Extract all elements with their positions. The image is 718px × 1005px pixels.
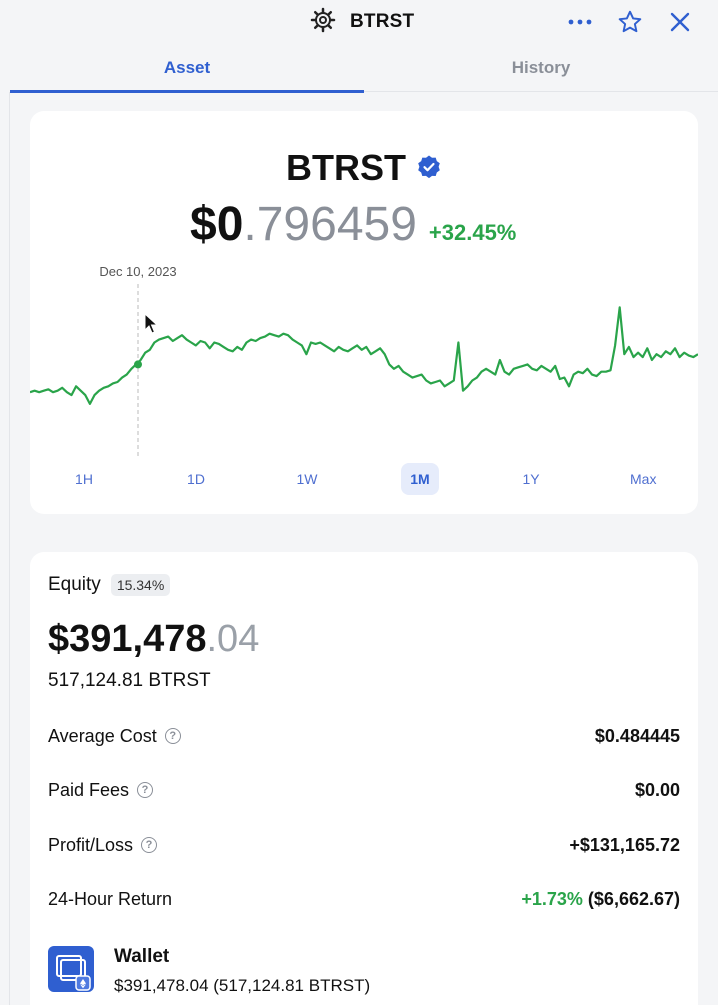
price-row: $0.796459 +32.45% <box>190 197 516 252</box>
current-price: $0.796459 <box>190 198 417 251</box>
gear-logo-icon <box>310 7 336 38</box>
price-change: +32.45% <box>428 220 517 245</box>
wallet-icon <box>48 946 94 992</box>
asset-name: BTRST <box>286 147 406 188</box>
tab-bar: Asset History <box>10 44 718 93</box>
help-icon[interactable]: ? <box>141 837 158 853</box>
range-1d[interactable]: 1D <box>177 463 215 495</box>
price-line <box>30 306 698 405</box>
equity-card: Equity 15.34% $391,478.04 517,124.81 BTR… <box>30 552 698 1005</box>
wallet-title: Wallet <box>114 946 170 967</box>
hover-point <box>134 360 142 369</box>
price-chart[interactable]: Dec 10, 2023 <box>30 256 698 456</box>
asset-heading: BTRST <box>30 147 698 189</box>
close-icon[interactable] <box>666 8 694 36</box>
left-divider <box>9 92 10 1005</box>
star-icon[interactable] <box>616 8 644 36</box>
tab-history[interactable]: History <box>364 44 718 92</box>
stat-paid-fees: Paid Fees? $0.00 <box>48 779 680 800</box>
help-icon[interactable]: ? <box>164 728 181 744</box>
more-icon[interactable] <box>566 8 594 36</box>
help-icon[interactable]: ? <box>137 782 154 798</box>
equity-value: $391,478.04 <box>48 618 260 660</box>
verified-badge-icon <box>416 147 442 189</box>
hover-date-label: Dec 10, 2023 <box>99 264 176 279</box>
range-max[interactable]: Max <box>622 463 664 495</box>
tab-asset[interactable]: Asset <box>10 44 364 93</box>
wallet-value: $391,478.04 (517,124.81 BTRST) <box>114 976 371 995</box>
equity-label: Equity <box>48 574 101 595</box>
range-1w[interactable]: 1W <box>288 463 326 495</box>
range-1h[interactable]: 1H <box>65 463 103 495</box>
cursor-icon <box>144 312 159 334</box>
time-range-selector: 1H 1D 1W 1M 1Y Max <box>30 463 698 495</box>
equity-percent-badge: 15.34% <box>110 574 171 596</box>
stat-average-cost: Average Cost? $0.484445 <box>48 725 680 746</box>
range-1m[interactable]: 1M <box>401 463 439 495</box>
top-bar: BTRST <box>0 0 718 44</box>
wallet-row[interactable]: Wallet $391,478.04 (517,124.81 BTRST) <box>48 946 370 996</box>
range-1y[interactable]: 1Y <box>512 463 550 495</box>
header-title: BTRST <box>350 11 415 32</box>
equity-header: Equity 15.34% <box>48 574 171 596</box>
equity-quantity: 517,124.81 BTRST <box>48 670 211 691</box>
stat-24h-return: 24-Hour Return +1.73% ($6,662.67) <box>48 888 680 909</box>
header-actions <box>566 8 694 36</box>
header-title-group: BTRST <box>310 7 415 38</box>
stat-profit-loss: Profit/Loss? +$131,165.72 <box>48 834 680 855</box>
price-chart-card: BTRST $0.796459 +32.45% Dec 10, 2023 1H … <box>30 111 698 514</box>
